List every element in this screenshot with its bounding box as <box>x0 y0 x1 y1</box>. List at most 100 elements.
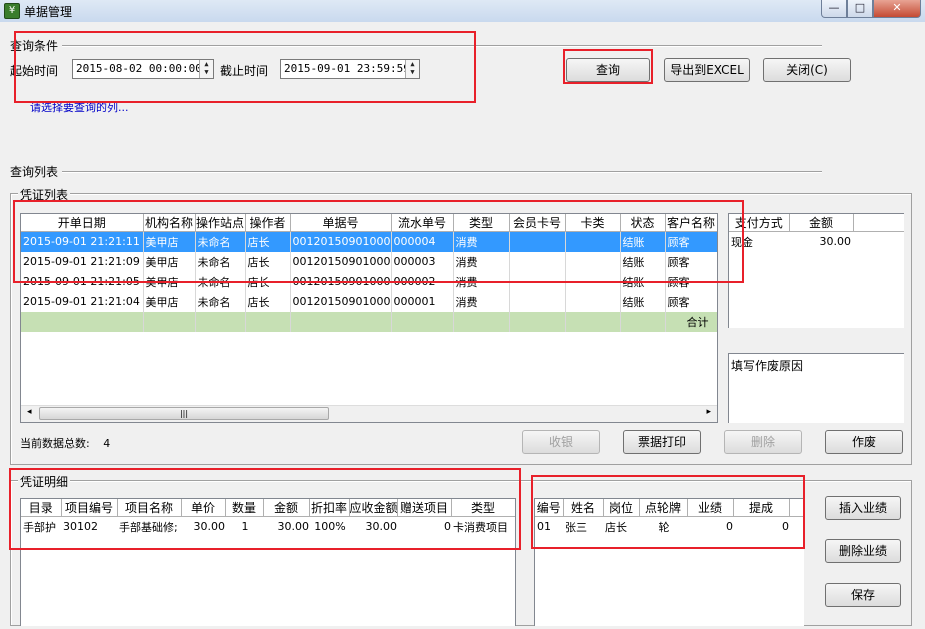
cell[interactable]: 001201509010001 <box>290 291 392 312</box>
cell[interactable]: 30.00 <box>263 517 310 537</box>
close-button[interactable]: 关闭(C) <box>763 58 851 82</box>
end-time-spinner[interactable]: ▲ ▼ <box>405 60 419 78</box>
col-header[interactable]: 姓名 <box>563 499 604 517</box>
cell[interactable]: 001201509010002 <box>290 271 392 292</box>
cell[interactable]: 2015-09-01 21:21:04 <box>21 291 144 312</box>
col-header[interactable]: 开单日期 <box>21 214 144 232</box>
cell[interactable]: 2015-09-01 21:21:09 <box>21 251 144 272</box>
col-header[interactable]: 流水单号 <box>391 214 454 232</box>
cell[interactable]: 001201509010004 <box>290 231 392 252</box>
start-time-picker[interactable]: 2015-08-02 00:00:00 ▲ ▼ <box>72 59 214 79</box>
cell[interactable]: 结账 <box>620 291 666 312</box>
cell[interactable]: 顾客 <box>665 251 717 272</box>
col-header[interactable]: 操作者 <box>245 214 291 232</box>
col-header[interactable]: 赠送项目 <box>397 499 452 517</box>
cell[interactable]: 顾客 <box>665 231 717 252</box>
cell[interactable]: 000003 <box>391 251 454 272</box>
cell[interactable]: 000002 <box>391 271 454 292</box>
cell[interactable]: 店长 <box>245 271 291 292</box>
cell[interactable]: 30102 <box>61 517 117 537</box>
horizontal-scrollbar[interactable]: ◂ ||| ▸ <box>21 405 717 422</box>
cell[interactable]: 顾客 <box>665 291 717 312</box>
col-header[interactable]: 业绩 <box>687 499 734 517</box>
spin-up-icon[interactable]: ▲ <box>406 60 419 68</box>
spin-down-icon[interactable]: ▼ <box>406 68 419 76</box>
cell[interactable]: 手部基础修; <box>117 517 181 537</box>
cell[interactable]: 30.00 <box>349 517 398 537</box>
void-reason-input[interactable]: 填写作废原因 <box>728 353 904 423</box>
cell[interactable]: 美甲店 <box>143 231 196 252</box>
col-header[interactable]: 类型 <box>453 214 510 232</box>
cell[interactable] <box>509 231 566 252</box>
end-time-picker[interactable]: 2015-09-01 23:59:59 ▲ ▼ <box>280 59 420 79</box>
col-header[interactable]: 项目编号 <box>61 499 118 517</box>
cell[interactable]: 店长 <box>245 231 291 252</box>
cell[interactable]: 消费 <box>453 271 510 292</box>
cell[interactable]: 现金 <box>729 232 789 252</box>
cell[interactable]: 未命名 <box>195 251 246 272</box>
col-header[interactable]: 单据号 <box>290 214 392 232</box>
cell[interactable]: 美甲店 <box>143 291 196 312</box>
cell[interactable]: 轮 <box>639 517 687 537</box>
cell[interactable]: 顾客 <box>665 271 717 292</box>
cell[interactable]: 000001 <box>391 291 454 312</box>
select-columns-link[interactable]: 请选择要查询的列... <box>30 99 129 115</box>
col-header[interactable]: 编号 <box>535 499 564 517</box>
col-header[interactable]: 应收金额 <box>349 499 398 517</box>
cell[interactable] <box>565 271 621 292</box>
cell[interactable]: 未命名 <box>195 271 246 292</box>
col-header[interactable]: 会员卡号 <box>509 214 566 232</box>
window-close-button[interactable]: ✕ <box>873 0 921 18</box>
cell[interactable]: 000004 <box>391 231 454 252</box>
cell[interactable]: 张三 <box>563 517 603 537</box>
cell[interactable]: 01 <box>535 517 563 537</box>
col-header[interactable]: 类型 <box>451 499 515 517</box>
delete-performance-button[interactable]: 删除业绩 <box>825 539 901 563</box>
cell[interactable]: 店长 <box>245 291 291 312</box>
payment-grid[interactable]: 支付方式 金额 现金 30.00 <box>728 213 904 328</box>
col-header[interactable]: 单价 <box>181 499 226 517</box>
spin-down-icon[interactable]: ▼ <box>200 68 213 76</box>
start-time-spinner[interactable]: ▲ ▼ <box>199 60 213 78</box>
cell[interactable]: 0 <box>733 517 789 537</box>
col-header[interactable]: 状态 <box>620 214 666 232</box>
void-button[interactable]: 作废 <box>825 430 903 454</box>
cell[interactable]: 结账 <box>620 271 666 292</box>
col-header[interactable]: 卡类 <box>565 214 621 232</box>
col-header[interactable]: 机构名称 <box>143 214 196 232</box>
cell[interactable]: 0 <box>397 517 451 537</box>
table-row[interactable]: 2015-09-01 21:21:09 美甲店 未命名 店长 001201509… <box>21 251 717 272</box>
insert-performance-button[interactable]: 插入业绩 <box>825 496 901 520</box>
cell[interactable]: 店长 <box>245 251 291 272</box>
col-header[interactable]: 岗位 <box>603 499 640 517</box>
cell[interactable]: 美甲店 <box>143 271 196 292</box>
cell[interactable]: 结账 <box>620 231 666 252</box>
cell[interactable] <box>509 251 566 272</box>
cell[interactable]: 消费 <box>453 251 510 272</box>
detail-grid[interactable]: 目录 项目编号 项目名称 单价 数量 金额 折扣率 应收金额 赠送项目 类型 手… <box>20 498 516 626</box>
cell[interactable]: 100% <box>309 517 349 537</box>
table-row[interactable]: 2015-09-01 21:21:04 美甲店 未命名 店长 001201509… <box>21 291 717 312</box>
cell[interactable]: 001201509010003 <box>290 251 392 272</box>
col-header[interactable]: 操作站点 <box>195 214 246 232</box>
save-button[interactable]: 保存 <box>825 583 901 607</box>
spin-up-icon[interactable]: ▲ <box>200 60 213 68</box>
cell[interactable]: 未命名 <box>195 291 246 312</box>
cashier-button[interactable]: 收银 <box>522 430 600 454</box>
print-receipt-button[interactable]: 票据打印 <box>623 430 701 454</box>
table-row[interactable]: 2015-09-01 21:21:11 美甲店 未命名 店长 001201509… <box>21 231 717 252</box>
query-button[interactable]: 查询 <box>566 58 650 82</box>
table-row[interactable]: 现金 30.00 <box>729 232 904 252</box>
cell[interactable]: 手部护 <box>21 517 61 537</box>
col-header[interactable]: 点轮牌 <box>639 499 688 517</box>
col-header[interactable]: 支付方式 <box>729 214 790 232</box>
col-header[interactable]: 折扣率 <box>309 499 350 517</box>
cell[interactable]: 0 <box>687 517 733 537</box>
cell[interactable]: 2015-09-01 21:21:05 <box>21 271 144 292</box>
scroll-thumb[interactable]: ||| <box>39 407 329 420</box>
cell[interactable]: 卡消费项目 <box>451 517 515 537</box>
minimize-button[interactable]: — <box>821 0 847 18</box>
cell[interactable]: 结账 <box>620 251 666 272</box>
col-header[interactable]: 数量 <box>225 499 264 517</box>
cell[interactable]: 未命名 <box>195 231 246 252</box>
